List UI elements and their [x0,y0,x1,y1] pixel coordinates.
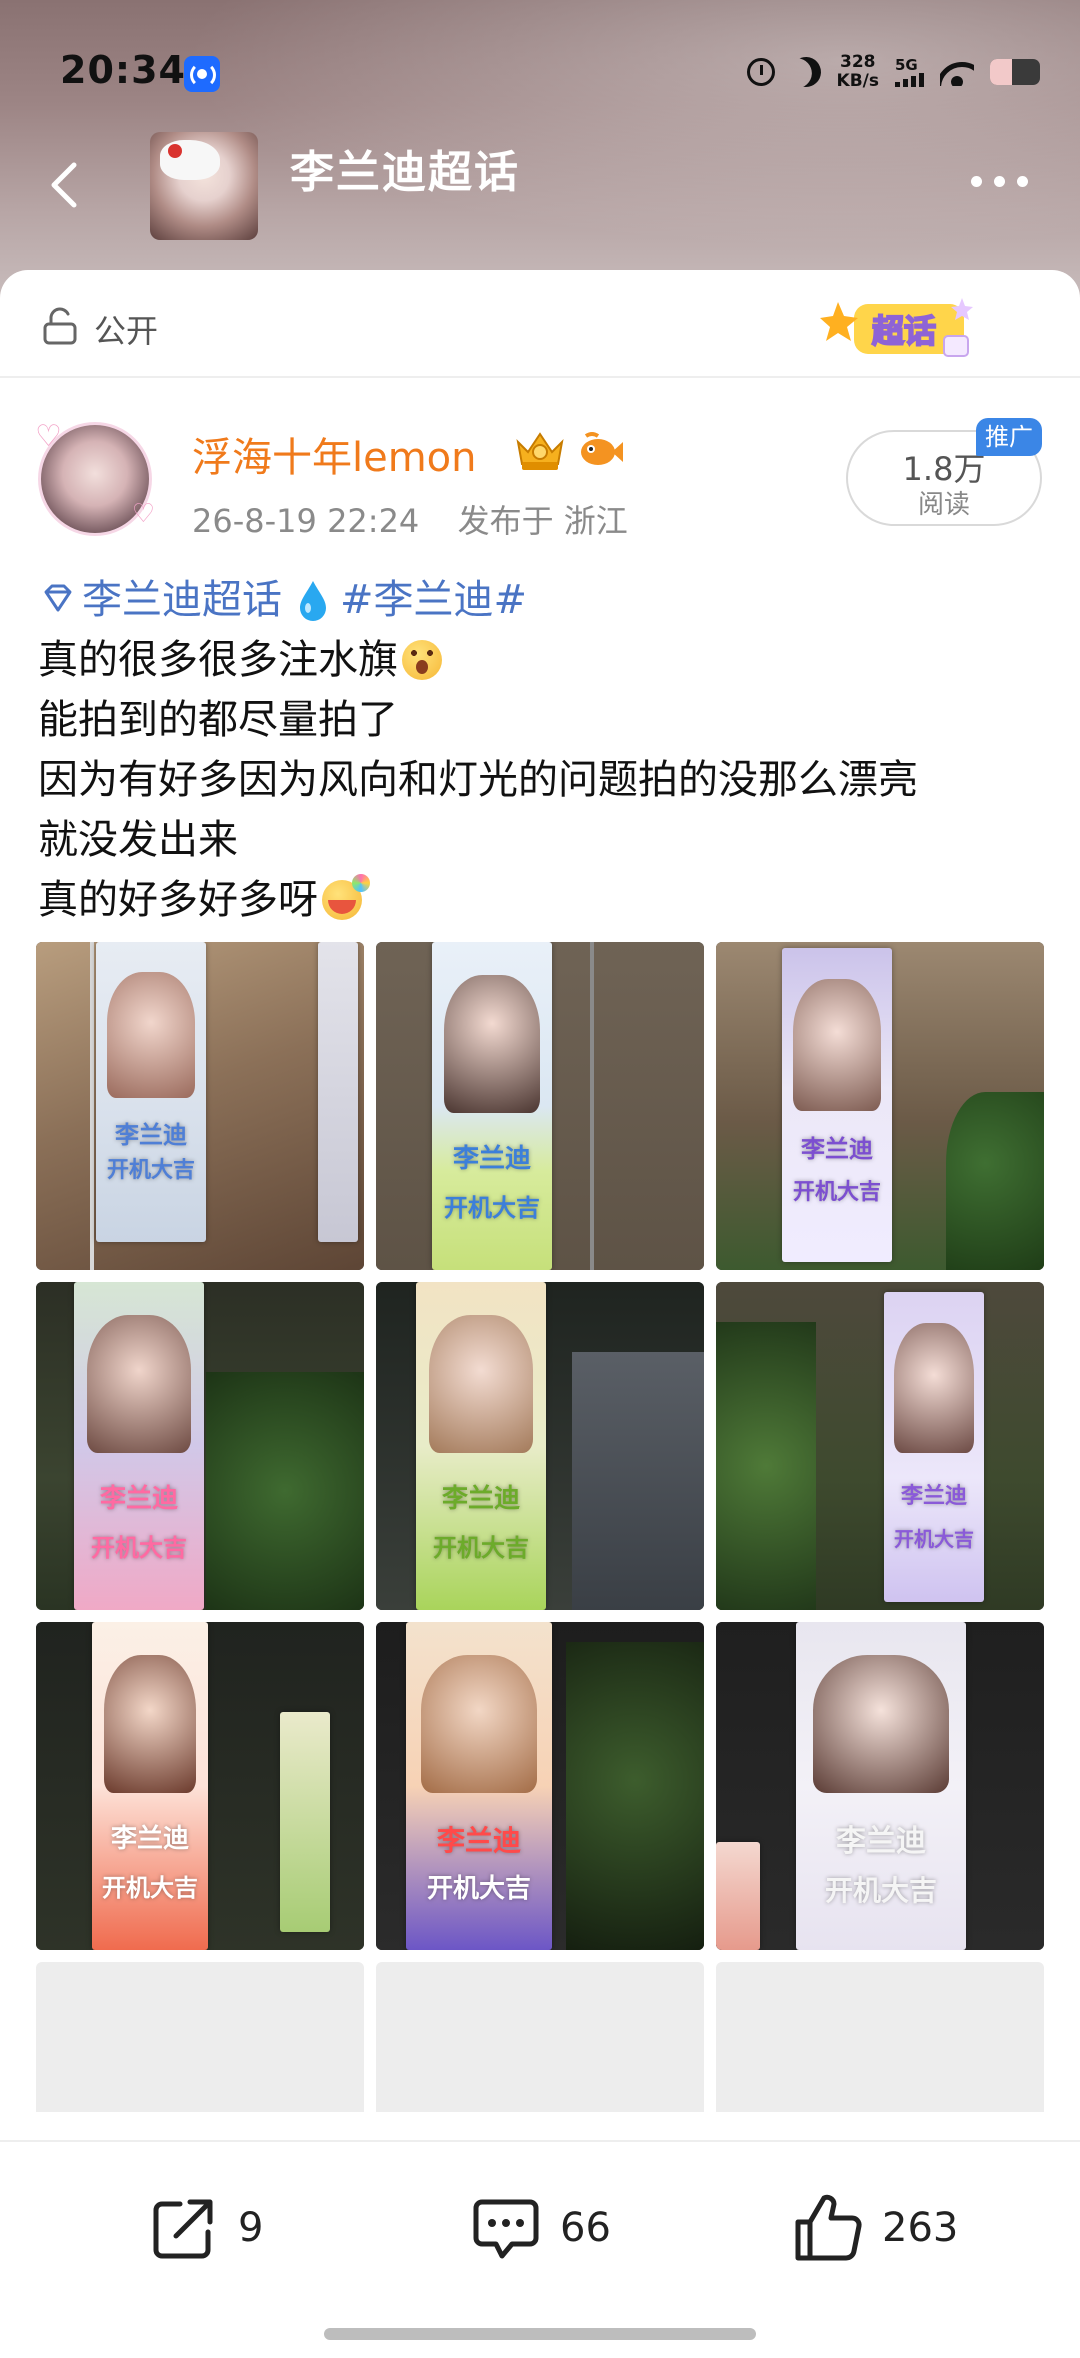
topic-header: 20:34 328 KB/s 5G 李兰迪超话 [0,0,1080,300]
post-line: 真的很多很多注水旗 [38,630,1048,690]
post-image[interactable]: 李兰迪 开机大吉 [716,942,1044,1270]
post-image[interactable]: 李兰迪 开机大吉 [376,1622,704,1950]
topic-title[interactable]: 李兰迪超话 [290,136,520,200]
post-image[interactable]: 李兰迪 开机大吉 [716,1282,1044,1610]
network-speed: 328 KB/s [837,53,879,91]
post-image[interactable]: 李兰迪 开机大吉 [716,1622,1044,1950]
water-drop-icon [300,581,326,621]
banner-name: 李兰迪 [836,1824,926,1860]
post-line: 能拍到的都尽量拍了 [38,690,1048,750]
diamond-icon [44,584,72,612]
like-count: 263 [882,2205,959,2251]
image-placeholder[interactable] [36,1962,364,2112]
repost-button[interactable]: 9 [146,2190,263,2266]
post-image[interactable]: 李兰迪 开机大吉 [36,1622,364,1950]
comment-icon [473,2199,539,2259]
author-username[interactable]: 浮海十年lemon [192,425,477,483]
supertopic-link[interactable]: 李兰迪超话 [82,570,282,630]
promo-tag: 推广 [976,418,1042,456]
hotspot-icon [184,56,220,92]
post-meta: 26-8-19 22:24 发布于 浙江 [192,496,628,542]
banner-name: 李兰迪 [115,1121,187,1149]
views-label: 阅读 [917,490,970,520]
post-location: 发布于 浙江 [457,502,628,540]
hashtag-link[interactable]: #李兰迪# [340,570,527,630]
signal-indicator: 5G [895,57,924,87]
banner-slogan: 开机大吉 [106,1158,195,1183]
like-button[interactable]: 263 [790,2190,958,2266]
comment-button[interactable]: 66 [468,2190,611,2266]
lock-icon [43,307,77,345]
banner-slogan: 开机大吉 [824,1873,937,1907]
home-indicator[interactable] [324,2328,756,2340]
image-placeholder[interactable] [376,1962,704,2112]
post-card: 公开 超话 浮海十年lemon 26-8-19 22:24 发布于 浙江 1.8… [0,270,1080,2358]
surprised-emoji-icon [402,640,442,680]
banner-name: 李兰迪 [99,1484,178,1515]
repost-count: 9 [238,2205,264,2251]
post-body: 李兰迪超话 #李兰迪# 真的很多很多注水旗 能拍到的都尽量拍了 因为有好多因为风… [38,570,1048,930]
banner-slogan: 开机大吉 [792,1180,881,1206]
network-speed-unit: KB/s [836,71,879,91]
network-speed-value: 328 [840,52,876,72]
banner-name: 李兰迪 [452,1144,531,1175]
image-placeholder[interactable] [716,1962,1044,2112]
back-arrow-icon[interactable] [36,155,96,215]
banner-name: 李兰迪 [801,1135,873,1164]
party-emoji-icon [322,874,370,920]
signal-bars-icon [895,73,924,87]
battery-icon [990,59,1040,85]
banner-slogan: 开机大吉 [426,1873,531,1904]
status-time: 20:34 [60,48,186,92]
post-line: 就没发出来 [38,810,1048,870]
post-image[interactable]: 李兰迪 开机大吉 [36,1282,364,1610]
topic-avatar[interactable] [150,132,258,240]
status-bar: 20:34 328 KB/s 5G [0,0,1080,150]
banner-slogan: 开机大吉 [444,1193,540,1222]
post-image[interactable]: 李兰迪 开机大吉 [376,942,704,1270]
network-type: 5G [895,56,918,74]
post-image[interactable]: 李兰迪 开机大吉 [376,1282,704,1610]
post-line-text: 真的好多好多呀 [38,877,318,923]
post-timestamp: 26-8-19 22:24 [192,502,420,540]
share-icon [153,2199,213,2259]
banner-slogan: 开机大吉 [102,1873,198,1902]
chaohua-badge-icon[interactable]: 超话 [820,296,980,362]
banner-slogan: 开机大吉 [91,1533,187,1562]
banner-name: 李兰迪 [441,1484,520,1515]
status-icons: 328 KB/s 5G [746,50,1040,94]
post-line-text: 能拍到的都尽量拍了 [38,697,398,743]
like-icon [795,2194,862,2261]
banner-name: 李兰迪 [900,1484,967,1510]
post-line: 真的好多好多呀 [38,870,1048,930]
do-not-disturb-icon [786,53,824,91]
author-avatar[interactable] [35,419,155,536]
banner-name: 李兰迪 [110,1824,189,1855]
post-tags: 李兰迪超话 #李兰迪# [38,570,1048,630]
fish-icon[interactable] [576,430,624,472]
chaohua-badge-label: 超话 [871,311,937,351]
alarm-icon [746,58,775,86]
post-line-text: 真的很多很多注水旗 [38,637,398,683]
comment-count: 66 [560,2205,611,2251]
post-image[interactable]: 李兰迪 开机大吉 [36,942,364,1270]
more-icon[interactable] [971,176,1028,187]
wifi-icon [940,58,974,86]
post-line: 因为有好多因为风向和灯光的问题拍的没那么漂亮 [38,750,1048,810]
banner-name: 李兰迪 [436,1824,521,1858]
action-bar: 9 66 263 [0,2140,1080,2358]
banner-slogan: 开机大吉 [894,1526,974,1551]
visibility-label: 公开 [94,312,159,350]
post-line-text: 因为有好多因为风向和灯光的问题拍的没那么漂亮 [38,757,918,803]
visibility-row: 公开 超话 [0,270,1080,378]
post-line-text: 就没发出来 [38,817,238,863]
banner-slogan: 开机大吉 [433,1533,529,1562]
vip-crown-icon[interactable] [512,428,568,474]
